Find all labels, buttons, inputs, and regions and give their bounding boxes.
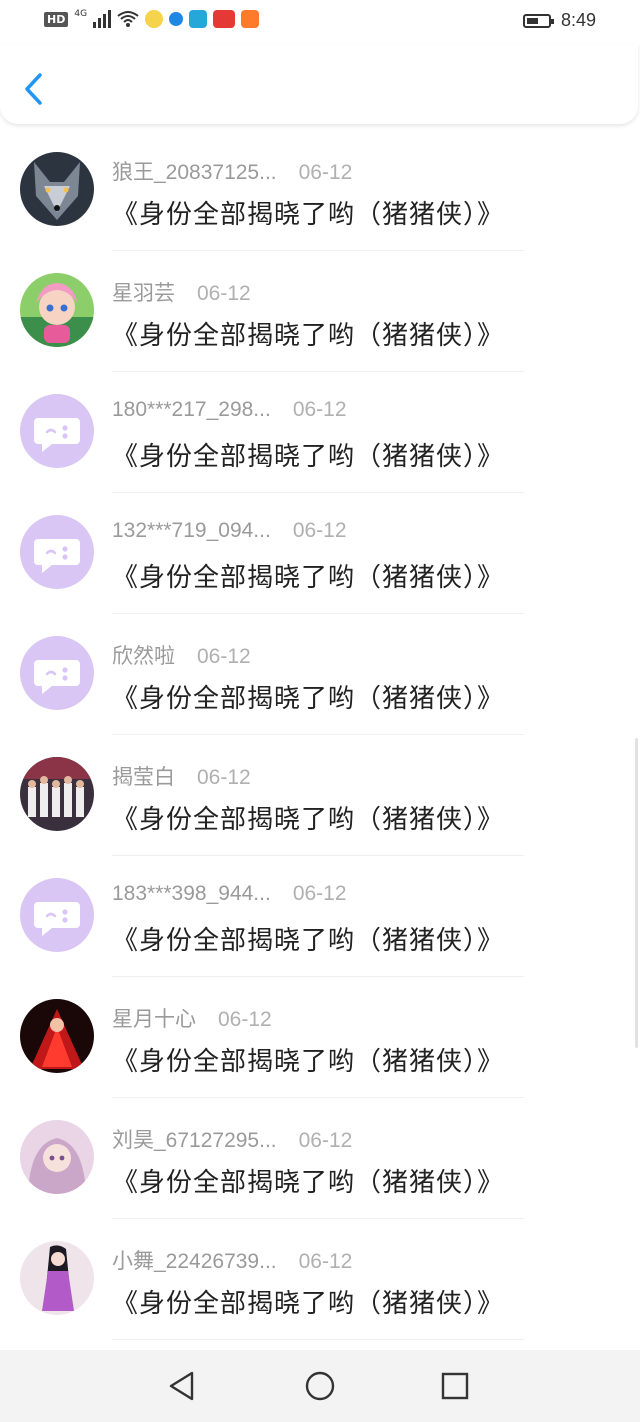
username: 狼王_20837125... [112,161,277,184]
avatar[interactable] [20,273,94,347]
item-title[interactable]: 《身份全部揭晓了哟（猪猪侠）》 [112,194,504,231]
item-meta: 欣然啦 06-12 [112,640,251,670]
date: 06-12 [197,282,251,305]
comment-list: 狼王_20837125... 06-12 《身份全部揭晓了哟（猪猪侠）》 星羽芸 0… [0,130,640,1340]
item-title[interactable]: 《身份全部揭晓了哟（猪猪侠）》 [112,678,504,715]
list-item[interactable]: 小舞_22426739... 06-12 《身份全部揭晓了哟（猪猪侠）》 [0,1219,640,1340]
username: 星羽芸 [112,282,175,305]
item-title[interactable]: 《身份全部揭晓了哟（猪猪侠）》 [112,315,504,352]
battery-icon [522,13,554,28]
date: 06-12 [298,1129,353,1152]
list-item[interactable]: 180***217_298... 06-12 《身份全部揭晓了哟（猪猪侠）》 [0,372,640,493]
recents-square-icon[interactable] [437,1368,473,1404]
scrollbar[interactable] [635,738,638,1048]
date: 06-12 [298,1250,353,1273]
item-title[interactable]: 《身份全部揭晓了哟（猪猪侠）》 [112,1041,504,1078]
top-app-bar [0,44,638,124]
system-nav-bar [0,1350,640,1422]
item-title[interactable]: 《身份全部揭晓了哟（猪猪侠）》 [112,436,504,473]
item-title[interactable]: 《身份全部揭晓了哟（猪猪侠）》 [112,920,504,957]
username: 星月十心 [112,1008,196,1031]
list-item[interactable]: 刘昊_67127295... 06-12 《身份全部揭晓了哟（猪猪侠）》 [0,1098,640,1219]
app-icon-2 [169,12,184,26]
status-bar: HD 4G 8:49 [0,0,640,44]
toutiao-icon [213,10,236,28]
item-meta: 183***398_944... 06-12 [112,882,347,906]
item-meta: 狼王_20837125... 06-12 [112,156,352,186]
status-right: 8:49 [522,10,596,31]
avatar[interactable] [20,394,94,468]
avatar[interactable] [20,152,94,226]
date: 06-12 [292,398,347,421]
item-title[interactable]: 《身份全部揭晓了哟（猪猪侠）》 [112,557,504,594]
list-item[interactable]: 132***719_094... 06-12 《身份全部揭晓了哟（猪猪侠）》 [0,493,640,614]
avatar[interactable] [20,757,94,831]
item-title[interactable]: 《身份全部揭晓了哟（猪猪侠）》 [112,1283,504,1320]
avatar[interactable] [20,1120,94,1194]
item-meta: 揭莹白 06-12 [112,761,251,791]
item-title[interactable]: 《身份全部揭晓了哟（猪猪侠）》 [112,799,504,836]
home-circle-icon[interactable] [302,1368,338,1404]
item-meta: 星月十心 06-12 [112,1003,272,1033]
app-icon-1 [145,10,164,28]
avatar[interactable] [20,999,94,1073]
list-item[interactable]: 欣然啦 06-12 《身份全部揭晓了哟（猪猪侠）》 [0,614,640,735]
date: 06-12 [292,882,347,905]
item-meta: 180***217_298... 06-12 [112,398,347,422]
date: 06-12 [197,645,251,668]
avatar[interactable] [20,1241,94,1315]
username: 揭莹白 [112,766,175,789]
status-left: HD 4G [44,9,260,28]
item-title[interactable]: 《身份全部揭晓了哟（猪猪侠）》 [112,1162,504,1199]
username: 小舞_22426739... [112,1250,277,1273]
list-item[interactable]: 狼王_20837125... 06-12 《身份全部揭晓了哟（猪猪侠）》 [0,130,640,251]
wifi-icon [117,11,139,27]
item-meta: 刘昊_67127295... 06-12 [112,1124,352,1154]
username: 180***217_298... [112,398,271,421]
date: 06-12 [197,766,251,789]
username: 132***719_094... [112,519,271,542]
date: 06-12 [218,1008,272,1031]
clock: 8:49 [560,10,596,30]
chevron-left-icon[interactable] [18,70,52,108]
avatar[interactable] [20,515,94,589]
divider [112,1339,524,1340]
username: 欣然啦 [112,645,175,668]
list-item[interactable]: 揭莹白 06-12 《身份全部揭晓了哟（猪猪侠）》 [0,735,640,856]
back-triangle-icon[interactable] [164,1368,200,1404]
list-item[interactable]: 183***398_944... 06-12 《身份全部揭晓了哟（猪猪侠）》 [0,856,640,977]
date: 06-12 [292,519,347,542]
app-icon-5 [241,10,260,28]
date: 06-12 [298,161,353,184]
avatar[interactable] [20,636,94,710]
avatar[interactable] [20,878,94,952]
username: 183***398_944... [112,882,271,905]
list-item[interactable]: 星羽芸 06-12 《身份全部揭晓了哟（猪猪侠）》 [0,251,640,372]
item-meta: 小舞_22426739... 06-12 [112,1245,352,1275]
list-item[interactable]: 星月十心 06-12 《身份全部揭晓了哟（猪猪侠）》 [0,977,640,1098]
item-meta: 132***719_094... 06-12 [112,519,347,543]
hd-badge: HD [44,11,69,27]
signal-icon [93,10,112,28]
network-type: 4G [74,9,88,19]
app-icon-3 [189,10,208,28]
item-meta: 星羽芸 06-12 [112,277,251,307]
username: 刘昊_67127295... [112,1129,277,1152]
